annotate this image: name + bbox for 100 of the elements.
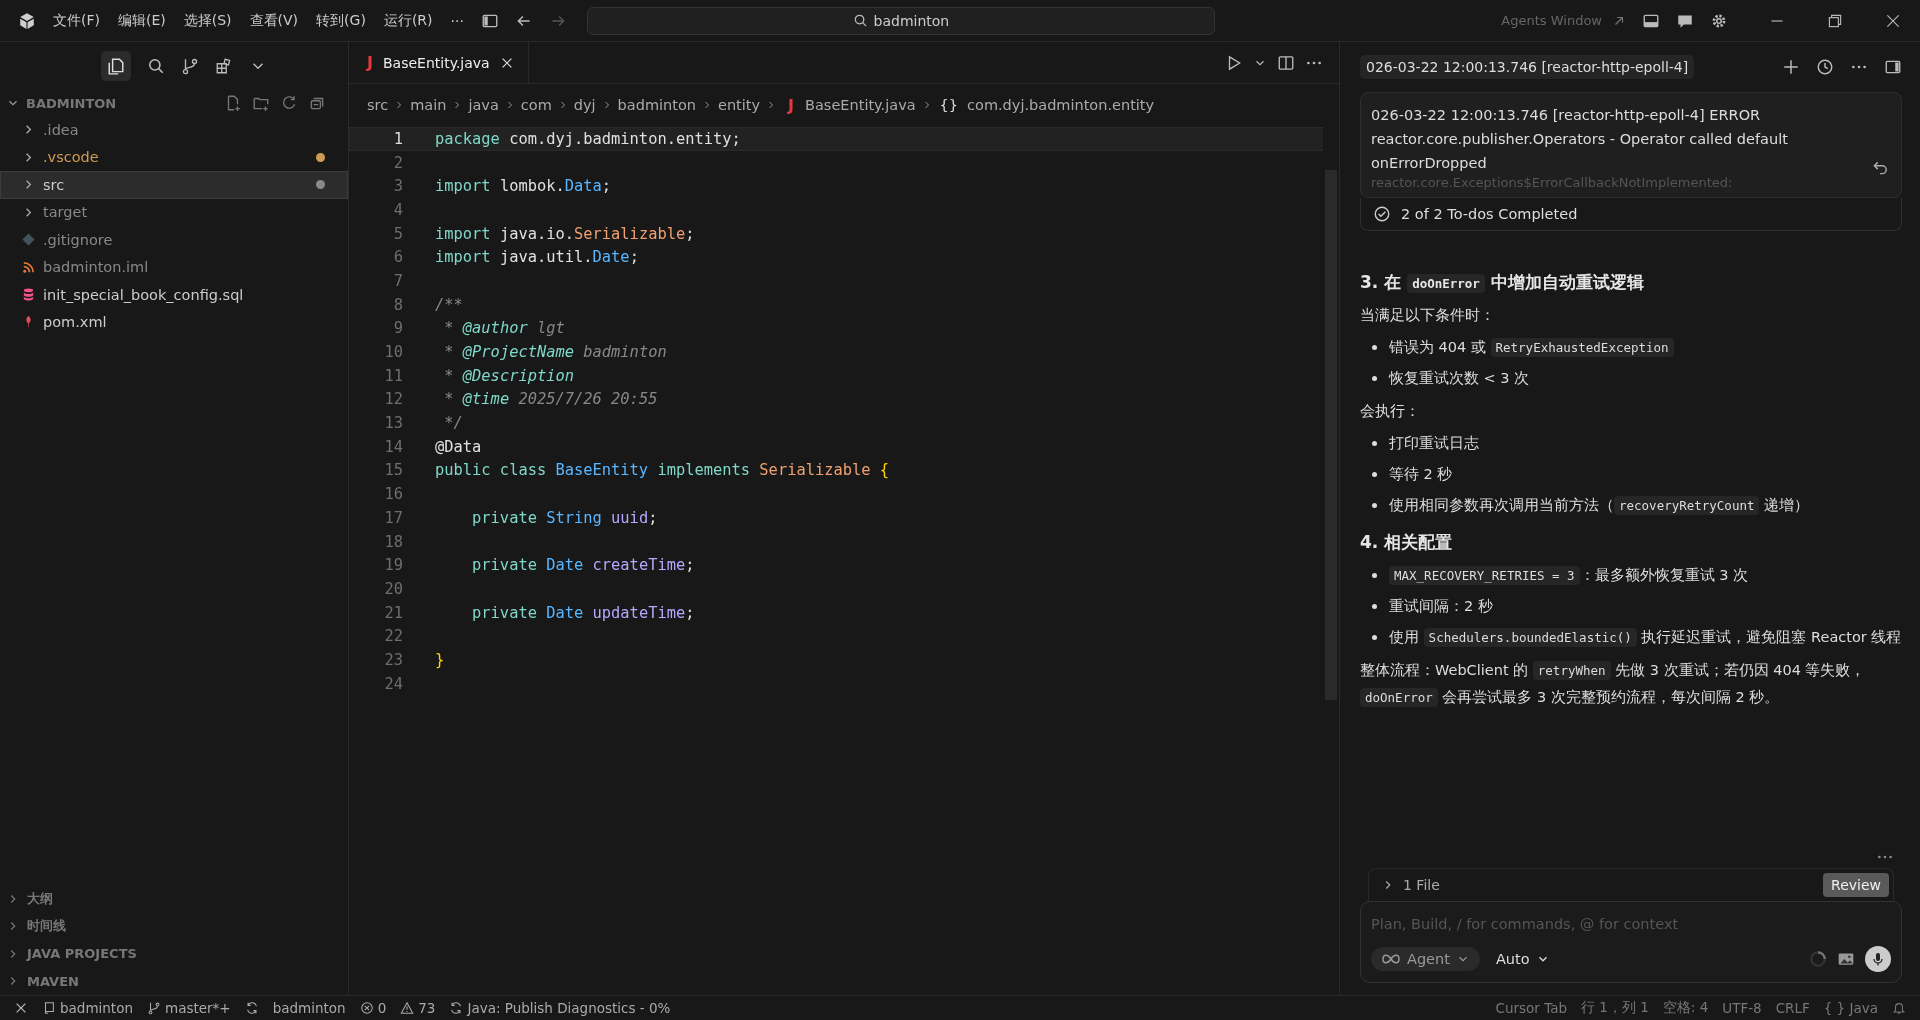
undo-icon[interactable] bbox=[1871, 159, 1889, 177]
source-control-icon[interactable] bbox=[181, 57, 199, 75]
breadcrumb-item[interactable]: com bbox=[520, 97, 552, 113]
status-item[interactable]: Java: Publish Diagnostics - 0% bbox=[467, 1000, 671, 1016]
breadcrumb-item[interactable]: main bbox=[410, 97, 447, 113]
breadcrumb-item[interactable]: badminton bbox=[617, 97, 696, 113]
line-number: 2 bbox=[392, 153, 403, 172]
status-item[interactable]: 空格: 4 bbox=[1662, 999, 1709, 1017]
code-line: /** bbox=[435, 295, 463, 314]
line-number: 15 bbox=[383, 461, 403, 480]
file-tree-item[interactable]: src bbox=[0, 171, 348, 199]
microphone-icon bbox=[1870, 951, 1886, 967]
error-icon[interactable] bbox=[359, 1001, 374, 1015]
bell-icon[interactable] bbox=[1892, 1001, 1906, 1015]
line-number: 24 bbox=[383, 674, 403, 693]
agent-mode-dropdown[interactable]: Agent bbox=[1371, 947, 1480, 971]
status-item[interactable]: badminton bbox=[60, 1000, 133, 1016]
code-line: } bbox=[435, 650, 445, 669]
menu-item[interactable]: 转到(G) bbox=[309, 11, 373, 30]
panel-header[interactable]: JAVA PROJECTS bbox=[0, 940, 348, 968]
infinity-icon bbox=[1381, 953, 1401, 965]
section-title[interactable]: BADMINTON bbox=[26, 95, 117, 111]
code-line: private String uuid; bbox=[471, 508, 658, 527]
sync-icon[interactable] bbox=[449, 1001, 464, 1015]
split-editor-icon[interactable] bbox=[1277, 53, 1295, 72]
breadcrumb-item[interactable]: src bbox=[367, 97, 389, 113]
menu-item[interactable]: 查看(V) bbox=[242, 11, 306, 30]
chat-tab[interactable]: 026-03-22 12:00:13.746 [reactor-http-epoll-4] bbox=[1360, 55, 1695, 79]
breadcrumb-item[interactable]: BaseEntity.java bbox=[805, 97, 916, 113]
line-number: 10 bbox=[383, 343, 403, 362]
line-number: 11 bbox=[383, 366, 403, 385]
file-tree-item[interactable]: pom.xml bbox=[0, 308, 348, 336]
bullet-icon bbox=[1372, 573, 1377, 578]
menu-item[interactable]: 运行(R) bbox=[376, 11, 440, 30]
bullet-icon bbox=[1372, 376, 1377, 381]
list-item: 使用 Schedulers.boundedElastic() 执行延迟重试，避免阻塞 Reactor 线程 bbox=[1389, 627, 1902, 649]
refresh-icon[interactable] bbox=[280, 94, 298, 112]
breadcrumb-item[interactable]: dyj bbox=[573, 97, 596, 113]
code-line: import java.util.Date; bbox=[435, 248, 639, 267]
history-icon[interactable] bbox=[1816, 58, 1834, 76]
file-tree-item[interactable]: badminton.iml bbox=[0, 253, 348, 281]
section-heading: 3. 在 doOnError 中增加自动重试逻辑 bbox=[1360, 271, 1645, 294]
review-button[interactable]: Review bbox=[1823, 873, 1889, 897]
image-icon[interactable] bbox=[1837, 950, 1855, 968]
code-line: import lombok.Data; bbox=[435, 177, 612, 196]
file-tree-item[interactable]: .vscode bbox=[0, 143, 348, 171]
list-item: 重试间隔：2 秒 bbox=[1389, 597, 1493, 616]
sidebar-toggle-icon[interactable] bbox=[1884, 58, 1902, 76]
explorer-tab[interactable] bbox=[101, 51, 131, 81]
file-tree-item[interactable]: .gitignore bbox=[0, 226, 348, 254]
line-number: 6 bbox=[392, 248, 403, 267]
microphone-button[interactable] bbox=[1865, 946, 1891, 972]
status-item[interactable]: badminton bbox=[272, 1000, 346, 1016]
menu-item[interactable]: 编辑(E) bbox=[111, 11, 173, 30]
list-item: 等待 2 秒 bbox=[1389, 465, 1453, 484]
panel-header[interactable]: 时间线 bbox=[0, 912, 348, 940]
repository-icon[interactable] bbox=[42, 1001, 56, 1015]
code-line: public class BaseEntity implements Serializable { bbox=[435, 461, 890, 480]
sync-icon[interactable] bbox=[244, 1001, 259, 1015]
warning-icon[interactable] bbox=[400, 1001, 415, 1015]
status-item[interactable]: 73 bbox=[418, 1000, 436, 1016]
file-tree-item[interactable]: init_special_book_config.sql bbox=[0, 281, 348, 309]
breadcrumb-item[interactable]: entity bbox=[718, 97, 761, 113]
breadcrumb-item[interactable]: java bbox=[468, 97, 499, 113]
model-dropdown[interactable]: Auto bbox=[1489, 950, 1556, 968]
feed-icon bbox=[21, 259, 36, 275]
breadcrumb-item[interactable]: com.dyj.badminton.entity bbox=[967, 97, 1155, 113]
menu-item[interactable]: 文件(F) bbox=[46, 11, 107, 30]
status-item[interactable]: master*+ bbox=[165, 1000, 231, 1016]
branch-icon[interactable] bbox=[147, 1001, 161, 1015]
status-item[interactable]: Cursor Tab bbox=[1495, 1000, 1568, 1016]
line-number: 13 bbox=[383, 414, 403, 433]
panel-header[interactable]: 大纲 bbox=[0, 885, 348, 913]
paragraph: 整体流程：WebClient 的 retryWhen 先做 3 次重试；若仍因 404 等失败， doOnError 会再尝试最多 3 次完整预约流程，每次间隔 2 秒。 bbox=[1360, 660, 1867, 709]
files-toggle[interactable]: 1 File bbox=[1403, 877, 1440, 893]
menu-item[interactable]: 选择(S) bbox=[176, 11, 239, 30]
search-field[interactable]: badminton bbox=[586, 6, 1215, 35]
todo-summary[interactable]: 2 of 2 To-dos Completed bbox=[1401, 206, 1578, 222]
plus-icon[interactable] bbox=[1782, 58, 1800, 76]
status-item[interactable]: CRLF bbox=[1775, 1000, 1810, 1016]
status-item[interactable]: UTF-8 bbox=[1722, 1000, 1762, 1016]
spinner-icon bbox=[1809, 950, 1827, 968]
file-tree-item[interactable]: .idea bbox=[0, 116, 348, 144]
chat-input-field[interactable]: Plan, Build, / for commands, @ for context bbox=[1371, 910, 1891, 946]
chat-composer[interactable]: Plan, Build, / for commands, @ for context Agent Auto bbox=[1360, 901, 1902, 983]
bullet-icon bbox=[1372, 472, 1377, 477]
code-line: private Date updateTime; bbox=[471, 603, 695, 622]
extensions-icon[interactable] bbox=[215, 57, 233, 75]
namespace-icon: {} bbox=[939, 97, 959, 113]
cube-logo-icon[interactable] bbox=[18, 11, 36, 30]
search-icon[interactable] bbox=[147, 57, 165, 75]
status-item[interactable]: { } Java bbox=[1823, 1000, 1878, 1016]
status-item[interactable]: 行 1，列 1 bbox=[1581, 999, 1649, 1017]
check-circle-icon bbox=[1373, 205, 1391, 223]
status-item[interactable]: 0 bbox=[377, 1000, 387, 1016]
more-menu[interactable]: ··· bbox=[443, 12, 471, 29]
list-item: 打印重试日志 bbox=[1389, 434, 1479, 453]
panel-header[interactable]: MAVEN bbox=[0, 967, 348, 995]
file-tree-item[interactable]: target bbox=[0, 198, 348, 226]
line-number: 16 bbox=[383, 485, 403, 504]
